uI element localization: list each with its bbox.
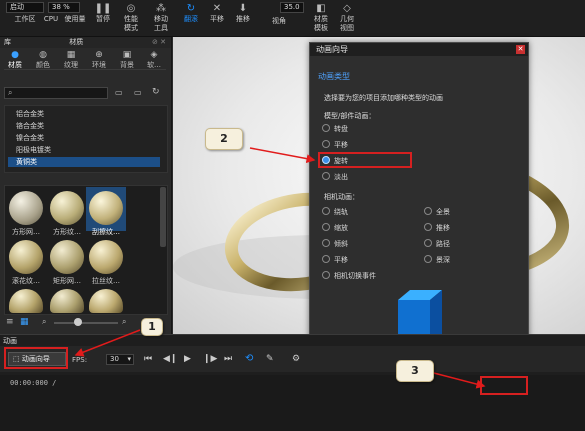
callout-step-3: 3 — [396, 360, 434, 382]
callout-step-2: 2 — [205, 128, 243, 150]
annotation-arrows — [74, 147, 486, 389]
callout-step-1: 1 — [141, 318, 163, 336]
